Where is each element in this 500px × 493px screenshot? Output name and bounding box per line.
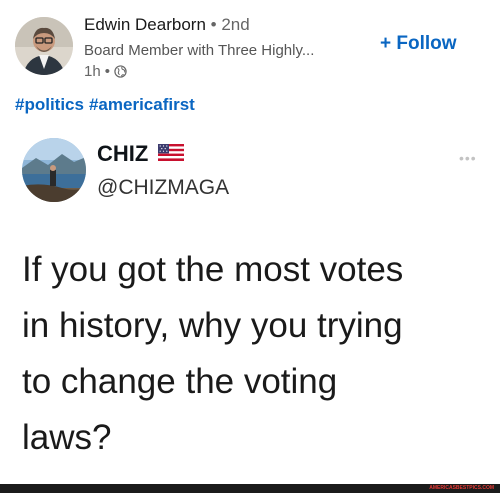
tweet-handle[interactable]: @CHIZMAGA	[97, 176, 229, 200]
globe-icon	[114, 65, 127, 78]
post-time: 1h	[84, 63, 101, 80]
tweet-text: If you got the most votes in history, wh…	[22, 250, 404, 457]
author-headline: Board Member with Three Highly...	[84, 42, 315, 59]
tweet-name-line: CHIZ	[97, 141, 185, 167]
author-name-line: Edwin Dearborn • 2nd	[84, 15, 250, 35]
author-avatar[interactable]	[15, 17, 73, 75]
author-photo	[15, 17, 73, 75]
author-name[interactable]: Edwin Dearborn	[84, 15, 206, 34]
tweet-avatar-photo	[22, 138, 86, 202]
more-options-icon[interactable]: •••	[459, 150, 477, 166]
post-hashtags: #politics #americafirst	[15, 95, 200, 115]
hashtag-politics[interactable]: #politics	[15, 95, 84, 114]
hashtag-americafirst[interactable]: #americafirst	[89, 95, 195, 114]
us-flag-icon	[158, 141, 185, 167]
post-meta: 1h •	[84, 63, 127, 80]
watermark: AMERICASBESTPICS.COM	[429, 485, 494, 491]
meta-separator: •	[104, 63, 110, 80]
bottom-bar	[0, 484, 500, 493]
tweet-avatar[interactable]	[22, 138, 86, 202]
name-separator: •	[210, 15, 217, 34]
tweet-display-name[interactable]: CHIZ	[97, 141, 148, 167]
connection-degree: 2nd	[221, 15, 250, 34]
follow-button[interactable]: + Follow	[380, 33, 457, 55]
